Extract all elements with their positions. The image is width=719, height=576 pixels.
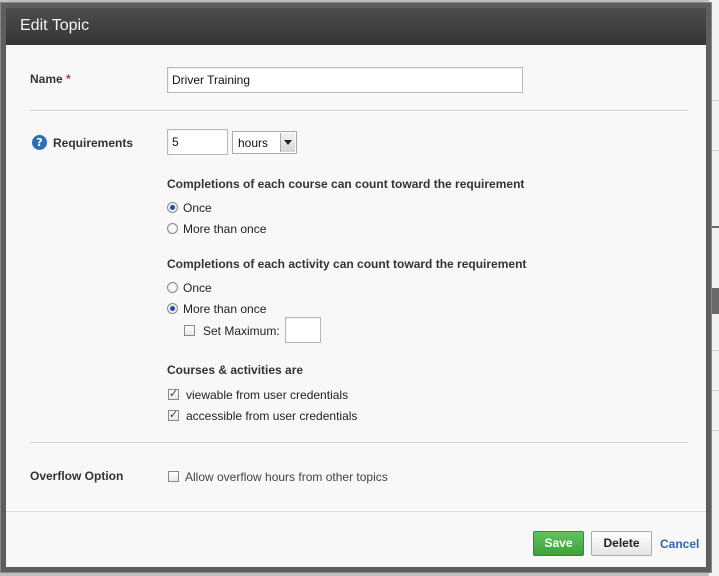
question-icon[interactable]: ? — [32, 135, 47, 150]
checkbox-unchecked[interactable] — [184, 325, 195, 336]
cancel-link[interactable]: Cancel — [660, 537, 699, 551]
footer-divider — [6, 511, 706, 512]
radio-unselected[interactable] — [167, 282, 178, 293]
unit-select-value: hours — [238, 136, 269, 150]
delete-button[interactable]: Delete — [591, 531, 652, 556]
radio-label: Once — [183, 281, 212, 295]
requirements-amount-input[interactable] — [167, 129, 228, 155]
name-input[interactable] — [167, 67, 523, 93]
radio-selected[interactable] — [167, 202, 178, 213]
divider — [30, 442, 688, 444]
radio-label: More than once — [183, 222, 267, 236]
checkbox-label: Set Maximum: — [203, 324, 280, 338]
save-button[interactable]: Save — [533, 531, 584, 556]
radio-selected[interactable] — [167, 303, 178, 314]
dialog-header: Edit Topic — [6, 8, 706, 45]
course-completions-title: Completions of each course can count tow… — [167, 177, 525, 191]
chevron-down-icon — [280, 133, 295, 152]
overflow-label: Overflow Option — [30, 469, 124, 483]
checkbox-unchecked[interactable] — [168, 471, 179, 482]
checkbox-checked[interactable] — [168, 387, 179, 400]
requirements-label: Requirements — [53, 136, 134, 150]
activity-completions-title: Completions of each activity can count t… — [167, 257, 527, 271]
checkbox-label: viewable from user credentials — [186, 388, 349, 402]
set-maximum-input[interactable] — [285, 317, 321, 343]
dialog-title: Edit Topic — [20, 17, 90, 34]
checkbox-label: Allow overflow hours from other topics — [185, 470, 388, 484]
name-label-wrapper: Name * — [30, 72, 71, 86]
edit-topic-dialog: Edit Topic Name * ? Requirements hours C… — [1, 3, 711, 572]
radio-label: Once — [183, 201, 212, 215]
radio-unselected[interactable] — [167, 223, 178, 234]
checkbox-checked[interactable] — [168, 408, 179, 421]
radio-label: More than once — [183, 302, 267, 316]
required-marker: * — [66, 72, 71, 86]
checkbox-label: accessible from user credentials — [186, 409, 358, 423]
requirements-unit-select[interactable]: hours — [232, 131, 297, 154]
courses-activities-title: Courses & activities are — [167, 363, 304, 377]
name-label: Name — [30, 72, 63, 86]
divider — [30, 110, 688, 112]
